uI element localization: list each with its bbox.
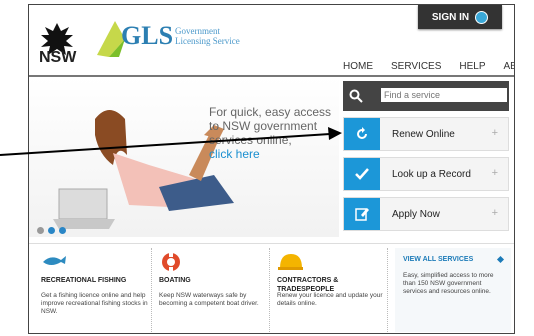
laptop-image <box>53 188 115 229</box>
view-all-desc: Easy, simplified access to more than 150… <box>403 272 494 295</box>
nav-about[interactable]: ABOUT <box>504 61 514 72</box>
service-categories: RECREATIONAL FISHING Get a fishing licen… <box>29 243 514 333</box>
nsw-text: NSW <box>39 49 77 66</box>
gls-subtitle-line-2: Licensing Service <box>175 36 240 46</box>
checkmark-icon <box>344 158 380 190</box>
hero-click-here-link[interactable]: click here <box>209 147 260 161</box>
view-all-title: VIEW ALL SERVICES <box>403 256 474 263</box>
category-contractors[interactable]: CONTRACTORS & TRADESPEOPLE Renew your li… <box>275 248 388 332</box>
search-icon[interactable] <box>349 89 363 103</box>
sign-in-icon <box>475 10 489 24</box>
category-fishing[interactable]: RECREATIONAL FISHING Get a fishing licen… <box>39 248 152 332</box>
main-nav: HOME SERVICES HELP ABOUT <box>343 61 514 72</box>
lookup-record-label: Look up a Record <box>392 169 471 180</box>
refresh-icon <box>344 118 380 150</box>
carousel-dot-1[interactable] <box>37 227 44 234</box>
plus-icon: + <box>491 127 498 139</box>
renew-online-label: Renew Online <box>392 129 455 140</box>
category-desc: Get a fishing licence online and help im… <box>41 292 148 315</box>
browser-frame: SIGN IN NSW GLS Government Licensing Ser… <box>28 4 515 334</box>
gls-logo-text: GLS <box>121 21 174 50</box>
carousel-dots <box>37 227 66 234</box>
nav-services[interactable]: SERVICES <box>391 61 441 72</box>
category-desc: Keep NSW waterways safe by becoming a co… <box>159 292 259 307</box>
service-search <box>343 81 509 111</box>
category-title: BOATING <box>159 277 191 284</box>
hardhat-icon <box>278 254 303 270</box>
gls-subtitle: Government Licensing Service <box>175 26 240 46</box>
view-all-services[interactable]: VIEW ALL SERVICES Easy, simplified acces… <box>395 248 511 332</box>
diamond-icon <box>496 255 505 264</box>
hero-banner: For quick, easy access to NSW government… <box>29 77 339 237</box>
nav-help[interactable]: HELP <box>459 61 485 72</box>
sign-in-button[interactable]: SIGN IN <box>418 5 502 29</box>
sign-in-label: SIGN IN <box>431 11 470 23</box>
renew-online-button[interactable]: Renew Online + <box>343 117 509 151</box>
plus-icon: + <box>491 207 498 219</box>
plus-icon: + <box>491 167 498 179</box>
category-title: RECREATIONAL FISHING <box>41 277 127 284</box>
gls-subtitle-line-1: Government <box>175 26 220 36</box>
category-boating[interactable]: BOATING Keep NSW waterways safe by becom… <box>157 248 270 332</box>
nav-home[interactable]: HOME <box>343 61 373 72</box>
fish-icon <box>43 256 66 265</box>
lookup-record-button[interactable]: Look up a Record + <box>343 157 509 191</box>
apply-now-button[interactable]: Apply Now + <box>343 197 509 231</box>
carousel-dot-3[interactable] <box>59 227 66 234</box>
edit-icon <box>344 198 380 230</box>
search-input[interactable] <box>381 88 507 102</box>
hero-tagline: For quick, easy access to NSW government… <box>209 105 332 147</box>
carousel-dot-2[interactable] <box>48 227 55 234</box>
apply-now-label: Apply Now <box>392 209 440 220</box>
lifebuoy-icon <box>162 253 180 271</box>
category-desc: Renew your licence and update your detai… <box>277 292 383 307</box>
